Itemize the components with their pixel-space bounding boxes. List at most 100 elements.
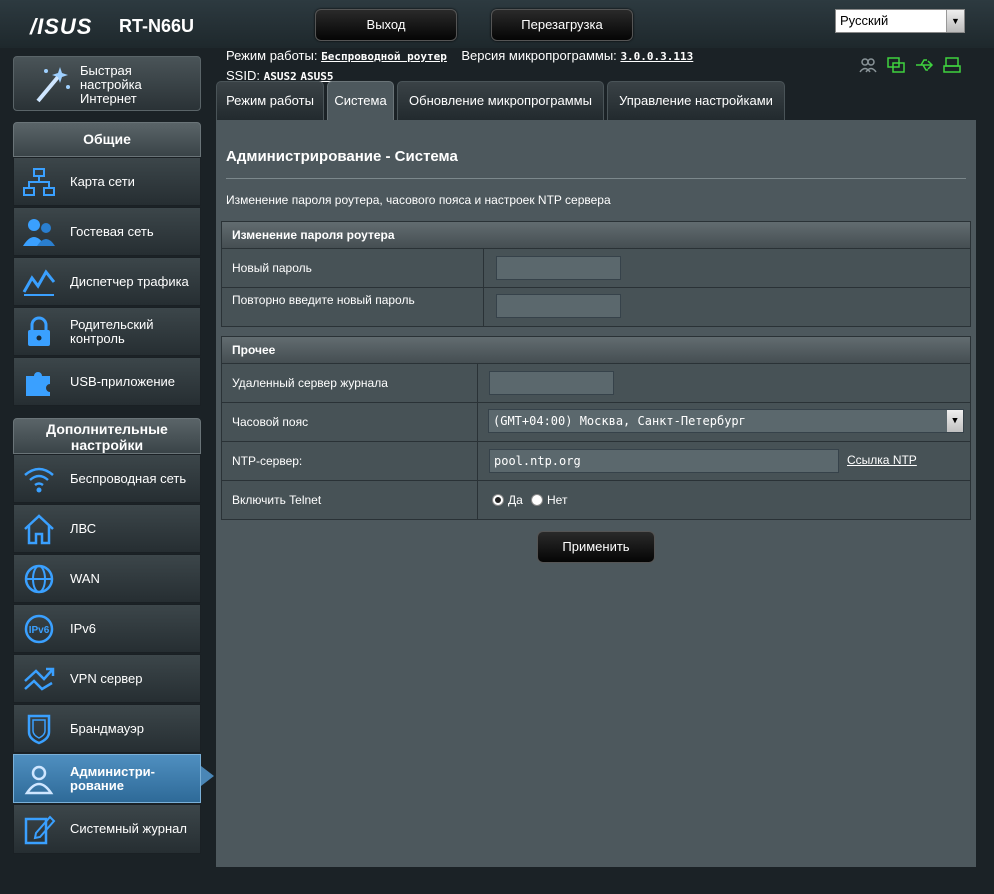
sidebar-item-label: WAN (70, 570, 100, 586)
admin-user-icon (22, 763, 56, 795)
sidebar-item-guest-network[interactable]: Гостевая сеть (13, 207, 201, 256)
wifi-icon (22, 463, 56, 495)
sidebar-item-label: VPN сервер (70, 670, 143, 686)
new-password-row: Новый пароль (222, 248, 970, 287)
sidebar-item-wireless[interactable]: Беспроводная сеть (13, 454, 201, 503)
general-header: Общие (13, 122, 201, 157)
sidebar-item-label: Беспроводная сеть (70, 470, 187, 486)
content-panel: Администрирование - Система Изменение па… (216, 120, 976, 867)
log-server-label: Удаленный сервер журнала (222, 364, 478, 402)
magic-wand-icon (32, 63, 72, 110)
apply-button[interactable]: Применить (537, 531, 655, 563)
mode-link[interactable]: Беспроводной роутер (321, 50, 447, 63)
sidebar-item-system-log[interactable]: Системный журнал (13, 804, 201, 854)
telnet-no-label: Нет (547, 493, 568, 507)
tab-firmware-upgrade[interactable]: Обновление микропрограммы (397, 81, 604, 120)
ntp-server-input[interactable]: pool.ntp.org (489, 449, 839, 473)
sidebar-item-label: Гостевая сеть (70, 223, 154, 239)
sidebar-item-label: Брандмауэр (70, 720, 144, 736)
password-section: Изменение пароля роутера Новый пароль По… (221, 221, 971, 327)
reboot-button[interactable]: Перезагрузка (491, 9, 633, 41)
asus-logo: /ISUS (30, 14, 93, 39)
traffic-icon (22, 266, 56, 298)
password-section-header: Изменение пароля роутера (222, 222, 970, 248)
firmware-label: Версия микропрограммы: (461, 48, 617, 63)
vpn-icon (22, 663, 56, 695)
guest-network-icon (22, 216, 56, 248)
svg-text:IPv6: IPv6 (29, 625, 50, 636)
ntp-label: NTP-сервер: (222, 442, 478, 480)
info-bar: Режим работы: Беспроводной роутер Версия… (226, 46, 693, 86)
sidebar-item-label: Администри-рование (70, 763, 155, 793)
usb-icon[interactable] (914, 56, 934, 74)
mode-label: Режим работы: (226, 48, 318, 63)
home-icon (22, 513, 56, 545)
telnet-row: Включить Telnet Да Нет (222, 480, 970, 519)
log-server-row: Удаленный сервер журнала (222, 363, 970, 402)
tab-settings-management[interactable]: Управление настройками (607, 81, 785, 120)
timezone-value: (GMT+04:00) Москва, Санкт-Петербург (493, 414, 746, 428)
page-description: Изменение пароля роутера, часового пояса… (226, 193, 611, 207)
new-password-input[interactable] (496, 256, 621, 280)
log-server-input[interactable] (489, 371, 614, 395)
network-icon[interactable] (886, 56, 906, 74)
timezone-select[interactable]: (GMT+04:00) Москва, Санкт-Петербург ▼ (488, 409, 964, 433)
sidebar-item-network-map[interactable]: Карта сети (13, 157, 201, 206)
advanced-header: Дополнительные настройки (13, 418, 201, 454)
sidebar-item-label: ЛВС (70, 520, 97, 536)
sidebar-item-label: IPv6 (70, 620, 97, 636)
timezone-label: Часовой пояс (222, 403, 478, 441)
sidebar-item-wan[interactable]: WAN (13, 554, 201, 603)
new-password-label: Новый пароль (222, 249, 484, 287)
puzzle-icon (22, 366, 56, 398)
clients-icon[interactable] (858, 56, 878, 74)
quick-setup-label: Быстрая настройка Интернет (80, 63, 142, 106)
divider (226, 178, 966, 179)
sidebar-item-administration[interactable]: Администри-рование (13, 754, 201, 803)
sidebar-item-usb-app[interactable]: USB-приложение (13, 357, 201, 406)
sidebar-item-firewall[interactable]: Брандмауэр (13, 704, 201, 753)
sidebar-item-vpn-server[interactable]: VPN сервер (13, 654, 201, 703)
misc-section: Прочее Удаленный сервер журнала Часовой … (221, 336, 971, 520)
printer-icon[interactable] (942, 56, 962, 74)
timezone-row: Часовой пояс (GMT+04:00) Москва, Санкт-П… (222, 402, 970, 441)
top-bar: /ISUS RT-N66U Выход Перезагрузка Русский… (0, 0, 994, 48)
lock-icon (22, 316, 56, 348)
language-select[interactable]: Русский ▼ (835, 9, 965, 33)
confirm-password-input[interactable] (496, 294, 621, 318)
misc-section-header: Прочее (222, 337, 970, 363)
network-map-icon (22, 166, 56, 198)
chevron-down-icon[interactable]: ▼ (947, 410, 963, 432)
model-name: RT-N66U (119, 16, 195, 36)
sidebar-item-traffic-manager[interactable]: Диспетчер трафика (13, 257, 201, 306)
telnet-yes-radio[interactable] (492, 494, 504, 506)
telnet-label: Включить Telnet (222, 481, 478, 519)
sidebar-item-label: Диспетчер трафика (70, 273, 189, 289)
active-indicator (201, 766, 214, 786)
tab-system[interactable]: Система (327, 81, 394, 120)
sidebar-item-lan[interactable]: ЛВС (13, 504, 201, 553)
shield-icon (22, 713, 56, 745)
logout-button[interactable]: Выход (315, 9, 457, 41)
sidebar-item-parental-control[interactable]: Родительский контроль (13, 307, 201, 356)
sidebar-item-label: Карта сети (70, 173, 135, 189)
sidebar-item-label: USB-приложение (70, 373, 176, 389)
quick-setup-button[interactable]: Быстрая настройка Интернет (13, 56, 201, 111)
page-title: Администрирование - Система (226, 148, 458, 165)
sidebar-item-label: Системный журнал (70, 821, 187, 836)
status-icons (858, 56, 962, 74)
chevron-down-icon[interactable]: ▼ (946, 10, 964, 32)
globe-icon (22, 563, 56, 595)
ntp-link[interactable]: Ссылка NTP (847, 453, 917, 467)
telnet-yes-label: Да (508, 493, 523, 507)
confirm-password-label: Повторно введите новый пароль (222, 288, 484, 326)
sidebar-item-ipv6[interactable]: IPv6 IPv6 (13, 604, 201, 653)
ipv6-globe-icon: IPv6 (22, 613, 56, 645)
ntp-row: NTP-сервер: pool.ntp.org Ссылка NTP (222, 441, 970, 480)
tab-operation-mode[interactable]: Режим работы (216, 81, 324, 120)
telnet-no-radio[interactable] (531, 494, 543, 506)
firmware-link[interactable]: 3.0.0.3.113 (620, 50, 693, 63)
log-edit-icon (22, 813, 56, 845)
sidebar-item-label: Родительский контроль (70, 316, 154, 346)
language-value: Русский (840, 13, 889, 28)
